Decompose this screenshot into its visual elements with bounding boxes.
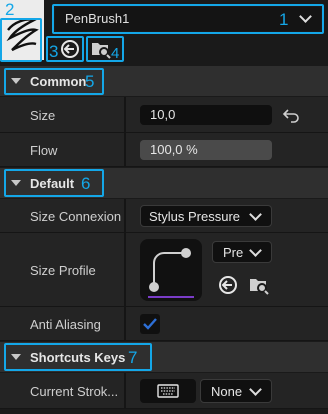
callout-number-4: 4 bbox=[111, 45, 120, 62]
column-divider bbox=[124, 307, 126, 341]
chevron-down-icon bbox=[249, 383, 262, 396]
size-connexion-dropdown[interactable]: Stylus Pressure bbox=[140, 205, 272, 227]
anti-aliasing-label: Anti Aliasing bbox=[30, 317, 101, 332]
size-profile-label: Size Profile bbox=[30, 263, 96, 278]
column-divider bbox=[124, 199, 126, 233]
size-connexion-row: Size Connexion Stylus Pressure bbox=[0, 199, 328, 233]
flow-label: Flow bbox=[30, 143, 58, 158]
size-connexion-value: Stylus Pressure bbox=[149, 209, 241, 224]
current-stroke-value: None bbox=[211, 384, 243, 399]
expand-triangle-icon bbox=[11, 78, 21, 84]
curve-icon bbox=[148, 248, 194, 298]
browse-folder-icon[interactable] bbox=[90, 39, 112, 59]
anti-aliasing-checkbox[interactable] bbox=[140, 314, 160, 334]
current-stroke-label: Current Strok... bbox=[30, 384, 119, 399]
size-label: Size bbox=[30, 108, 56, 123]
section-common-header[interactable]: Common 5 bbox=[0, 66, 328, 96]
anti-aliasing-row: Anti Aliasing bbox=[0, 307, 328, 341]
chevron-down-icon bbox=[249, 244, 262, 257]
section-default-title: Default bbox=[30, 176, 75, 191]
column-divider bbox=[124, 133, 126, 167]
callout-number-6: 6 bbox=[81, 174, 91, 193]
callout-box-2 bbox=[0, 18, 42, 62]
chevron-down-icon bbox=[299, 10, 312, 23]
size-profile-row: Size Profile Pre bbox=[0, 233, 328, 307]
checkmark-icon bbox=[143, 318, 157, 330]
section-shortcuts-header[interactable]: Shortcuts Keys 7 bbox=[0, 342, 328, 372]
browse-folder-icon[interactable] bbox=[248, 275, 270, 295]
expand-triangle-icon bbox=[11, 354, 21, 360]
section-common-title: Common bbox=[30, 74, 87, 89]
flow-row: Flow 100,0 % bbox=[0, 133, 328, 167]
current-stroke-row: Current Strok... None bbox=[0, 373, 328, 409]
curve-thumbnail[interactable] bbox=[140, 239, 202, 301]
keyboard-icon bbox=[157, 384, 179, 398]
keyboard-button[interactable] bbox=[140, 379, 196, 403]
column-divider bbox=[124, 233, 126, 307]
size-profile-dropdown[interactable]: Pre bbox=[212, 241, 272, 263]
callout-number-3: 3 bbox=[49, 42, 59, 61]
callout-number-7: 7 bbox=[128, 348, 138, 367]
current-stroke-dropdown[interactable]: None bbox=[200, 379, 272, 403]
brush-name-dropdown[interactable]: PenBrush1 1 bbox=[55, 7, 321, 31]
brush-name-text: PenBrush1 bbox=[65, 11, 130, 26]
callout-number-1: 1 bbox=[279, 10, 289, 29]
size-input[interactable]: 10,0 bbox=[140, 105, 272, 125]
chevron-down-icon bbox=[249, 208, 262, 221]
column-divider bbox=[124, 373, 126, 409]
column-divider bbox=[124, 97, 126, 133]
flow-slider[interactable]: 100,0 % bbox=[140, 140, 272, 160]
flow-value: 100,0 % bbox=[150, 142, 198, 157]
section-shortcuts-title: Shortcuts Keys bbox=[30, 350, 126, 365]
size-profile-dropdown-text: Pre bbox=[223, 245, 244, 260]
callout-number-5: 5 bbox=[85, 72, 95, 91]
size-row: Size 10,0 bbox=[0, 97, 328, 133]
section-default-header[interactable]: Default 6 bbox=[0, 168, 328, 198]
back-arrow-icon[interactable] bbox=[218, 275, 238, 295]
back-arrow-icon[interactable] bbox=[60, 39, 80, 59]
callout-number-2: 2 bbox=[5, 0, 15, 19]
expand-triangle-icon bbox=[11, 180, 21, 186]
reset-arrow-icon[interactable] bbox=[282, 106, 300, 124]
size-connexion-label: Size Connexion bbox=[30, 209, 122, 224]
